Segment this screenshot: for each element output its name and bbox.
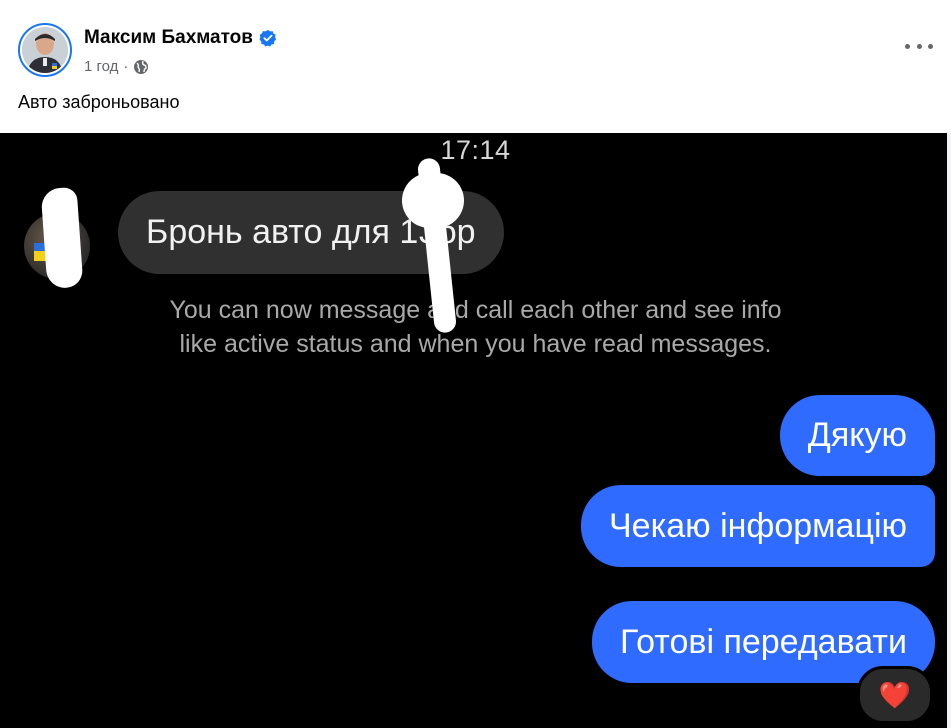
author-name[interactable]: Максим Бахматов	[84, 27, 253, 49]
scrollbar-track[interactable]	[947, 133, 951, 728]
author-line: Максим Бахматов	[84, 27, 277, 49]
globe-icon[interactable]	[133, 59, 149, 75]
post-meta: 1 год ·	[84, 58, 149, 75]
heart-reaction-icon: ❤️	[857, 666, 933, 724]
post-time[interactable]: 1 год	[84, 58, 118, 75]
more-options-icon	[905, 43, 910, 49]
more-options-icon	[928, 43, 933, 49]
system-note: You can now message and call each other …	[0, 293, 947, 361]
post-text: Авто заброньовано	[18, 92, 180, 112]
redaction-mark	[40, 186, 84, 290]
outgoing-message: Дякую	[779, 395, 935, 476]
more-options-button[interactable]	[905, 36, 933, 56]
verified-badge-icon	[259, 29, 277, 47]
chat-screenshot-image[interactable]: 17:14 Бронь авто для 13бр You can now me…	[0, 133, 947, 728]
chat-time: 17:14	[440, 135, 511, 165]
system-note-line: like active status and when you have rea…	[179, 330, 772, 358]
outgoing-message: Чекаю інформацію	[581, 485, 935, 567]
post-header: Максим Бахматов 1 год · Авто заброньован…	[0, 0, 951, 133]
author-avatar[interactable]	[18, 23, 72, 77]
meta-separator: ·	[123, 58, 129, 75]
more-options-icon	[916, 43, 922, 49]
avatar-image	[22, 27, 68, 73]
system-note-line: You can now message and call each other …	[169, 296, 782, 324]
